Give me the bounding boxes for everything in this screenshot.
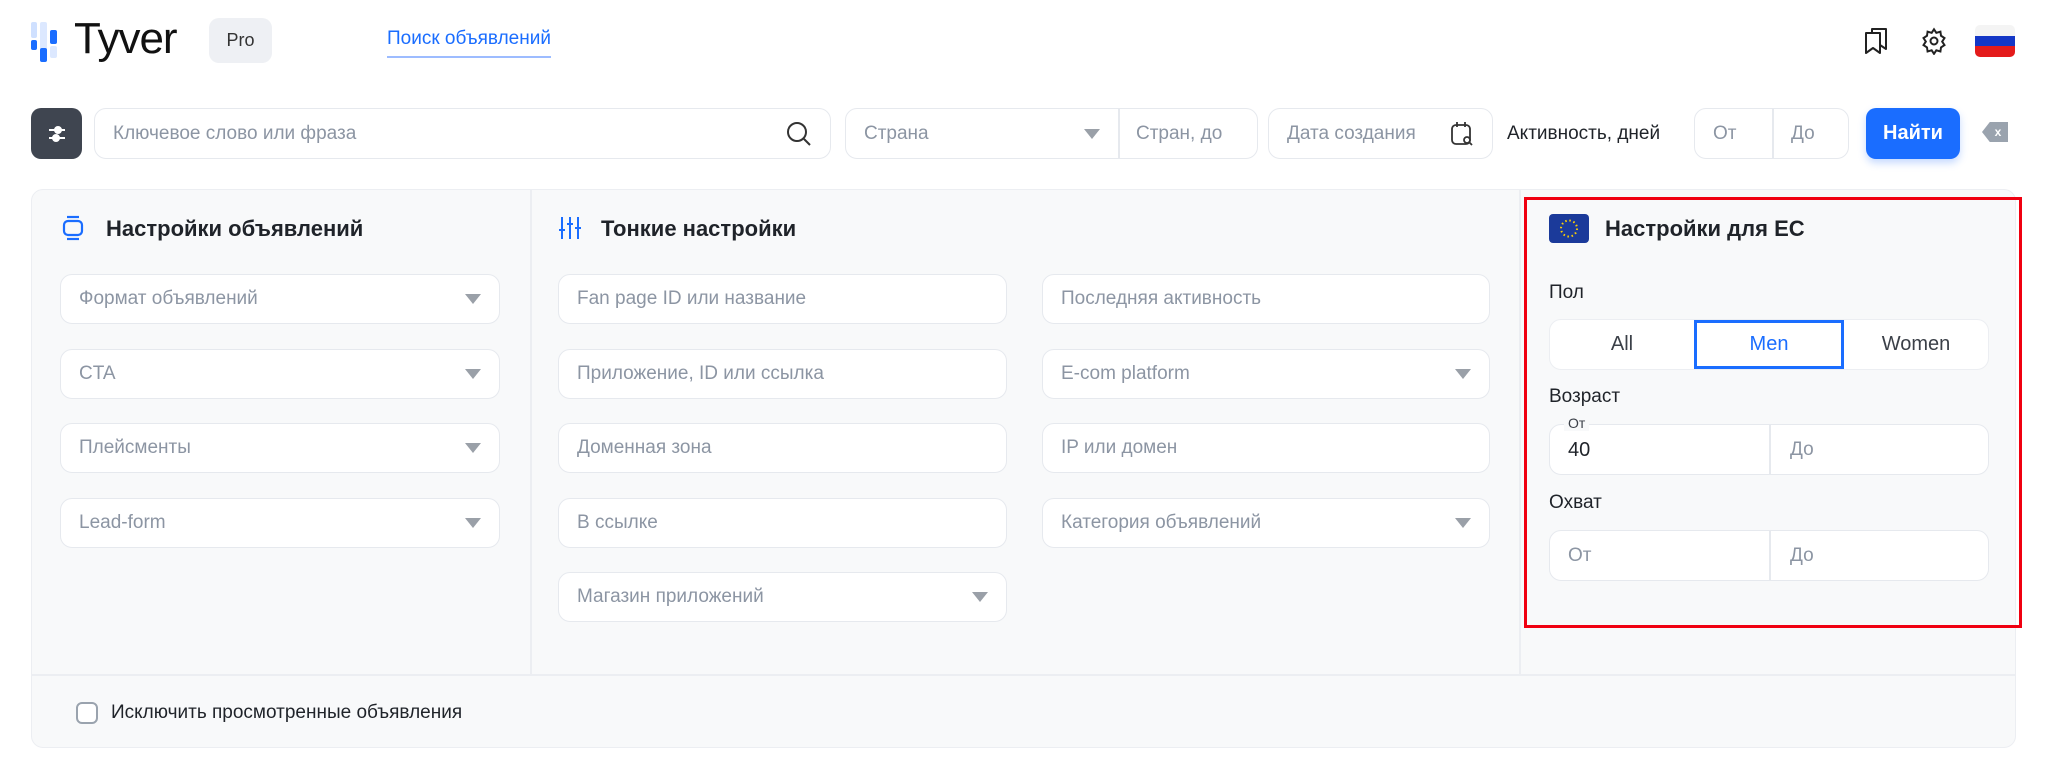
fine-settings-select[interactable]: E-com platform (1042, 349, 1490, 399)
chevron-down-icon (972, 592, 988, 602)
ad-settings-select[interactable]: Плейсменты (60, 423, 500, 473)
gender-option-men[interactable]: Men (1694, 320, 1844, 369)
reach-to-input[interactable]: До (1790, 545, 1814, 567)
field-placeholder: В ссылке (577, 512, 658, 533)
logo-text: Tyver (74, 14, 178, 63)
footer-divider (31, 674, 2016, 676)
fine-settings-input[interactable]: В ссылке (558, 498, 1007, 548)
keyword-input[interactable]: Ключевое слово или фраза (94, 108, 831, 159)
fine-settings-select[interactable]: Магазин приложений (558, 572, 1007, 622)
activity-range: От До (1694, 108, 1849, 159)
reach-range: От До (1549, 530, 1989, 581)
exclude-viewed-checkbox[interactable] (76, 702, 98, 724)
gear-icon[interactable] (1917, 24, 1951, 58)
country-to-placeholder: Стран, до (1136, 122, 1223, 144)
plan-badge: Pro (209, 18, 272, 63)
field-placeholder: Доменная зона (577, 437, 712, 458)
calendar-search-icon (1451, 121, 1473, 146)
chevron-down-icon (465, 369, 481, 379)
gender-label: Пол (1549, 282, 1584, 303)
reach-label: Охват (1549, 492, 1602, 513)
ad-settings-select[interactable]: CTA (60, 349, 500, 399)
gender-segmented-control: All Men Women (1549, 319, 1989, 370)
age-from-input[interactable]: 40 (1568, 439, 1590, 462)
ad-settings-select[interactable]: Lead-form (60, 498, 500, 548)
nav-ad-search[interactable]: Поиск объявлений (387, 28, 551, 58)
column-divider (530, 189, 532, 674)
sliders-icon (48, 125, 65, 142)
fine-settings-input[interactable]: Последняя активность (1042, 274, 1490, 324)
field-placeholder: Fan page ID или название (577, 288, 807, 309)
fine-settings-input[interactable]: Fan page ID или название (558, 274, 1007, 324)
field-placeholder: Формат объявлений (79, 288, 258, 309)
ad-settings-select[interactable]: Формат объявлений (60, 274, 500, 324)
exclude-viewed-label[interactable]: Исключить просмотренные объявления (111, 702, 462, 724)
creation-date-picker[interactable]: Дата создания (1268, 108, 1493, 159)
field-placeholder: IP или домен (1061, 437, 1178, 458)
search-icon (787, 121, 811, 146)
country-group: Страна Стран, до (845, 108, 1258, 159)
age-label: Возраст (1549, 386, 1621, 407)
chevron-down-icon (465, 294, 481, 304)
filters-toggle-button[interactable] (31, 108, 82, 159)
eu-settings-title: Настройки для ЕС (1605, 216, 1805, 241)
chevron-down-icon (465, 443, 481, 453)
field-placeholder: Категория объявлений (1061, 512, 1262, 533)
clear-search-icon[interactable]: x (1982, 122, 2008, 142)
gender-option-all[interactable]: All (1550, 320, 1694, 369)
eu-flag-icon (1549, 214, 1589, 243)
ad-format-icon (62, 215, 84, 241)
fine-settings-select[interactable]: Категория объявлений (1042, 498, 1490, 548)
column-divider (1519, 189, 1521, 674)
ad-settings-title: Настройки объявлений (106, 216, 364, 241)
gender-option-women[interactable]: Women (1844, 320, 1988, 369)
age-range: От 40 До (1549, 415, 1989, 475)
chevron-down-icon (465, 518, 481, 528)
age-from-floating-label: От (1564, 415, 1590, 431)
field-placeholder: E-com platform (1061, 363, 1190, 384)
fine-settings-input[interactable]: IP или домен (1042, 423, 1490, 473)
country-to-input[interactable]: Стран, до (1120, 109, 1257, 158)
date-placeholder: Дата создания (1287, 122, 1416, 144)
field-placeholder: Приложение, ID или ссылка (577, 363, 824, 384)
reach-from-input[interactable]: От (1568, 545, 1591, 567)
chevron-down-icon (1084, 128, 1100, 139)
activity-to-input[interactable]: До (1791, 123, 1815, 145)
keyword-placeholder: Ключевое слово или фраза (113, 122, 357, 144)
activity-from-input[interactable]: От (1713, 123, 1736, 145)
chevron-down-icon (1455, 369, 1471, 379)
fine-settings-input[interactable]: Приложение, ID или ссылка (558, 349, 1007, 399)
fine-tune-icon (559, 217, 581, 239)
fine-settings-title: Тонкие настройки (601, 216, 797, 241)
activity-label: Активность, дней (1507, 123, 1661, 144)
country-placeholder: Страна (864, 122, 929, 144)
field-placeholder: Плейсменты (79, 437, 191, 458)
fine-settings-input[interactable]: Доменная зона (558, 423, 1007, 473)
field-placeholder: Последняя активность (1061, 288, 1262, 309)
field-placeholder: CTA (79, 363, 116, 384)
bookmarks-icon[interactable] (1860, 24, 1894, 58)
country-select[interactable]: Страна (846, 109, 1118, 158)
find-button[interactable]: Найти (1866, 108, 1960, 159)
russia-flag-icon[interactable] (1975, 25, 2015, 57)
age-to-input[interactable]: До (1790, 439, 1814, 461)
field-placeholder: Магазин приложений (577, 586, 764, 607)
chevron-down-icon (1455, 518, 1471, 528)
field-placeholder: Lead-form (79, 512, 166, 533)
logo-icon (31, 22, 57, 62)
